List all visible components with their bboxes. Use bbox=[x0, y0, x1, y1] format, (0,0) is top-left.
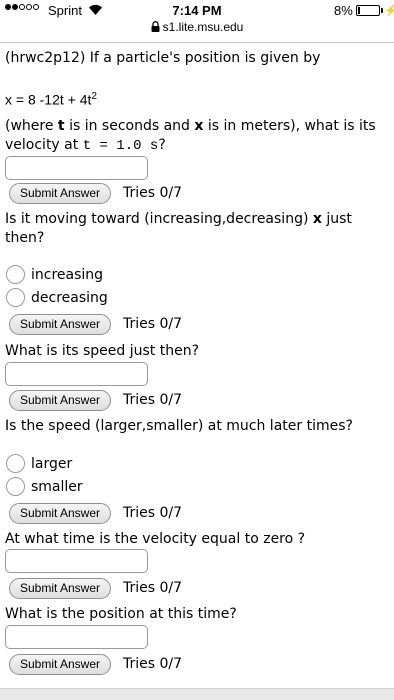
question-2-text-line-2: then? bbox=[5, 230, 45, 246]
problem-intro: (hrwc2p12) If a particle's position is g… bbox=[5, 50, 321, 66]
tries-counter-2: Tries 0/7 bbox=[123, 316, 183, 332]
url-bar[interactable]: s1.lite.msu.edu bbox=[0, 20, 394, 40]
status-bar: Sprint 7:14 PM 8% ⚡ bbox=[0, 0, 394, 20]
answer-input-6[interactable] bbox=[5, 625, 148, 649]
submit-answer-button-2[interactable]: Submit Answer bbox=[9, 314, 111, 335]
question-2-text: Is it moving toward (increasing,decreasi… bbox=[5, 211, 352, 227]
submit-answer-button-5[interactable]: Submit Answer bbox=[9, 578, 111, 599]
lock-icon bbox=[151, 21, 160, 32]
battery-percentage: 8% bbox=[334, 3, 353, 18]
battery-tip bbox=[381, 8, 383, 13]
radio-label: smaller bbox=[31, 478, 83, 495]
radio-label: increasing bbox=[31, 266, 104, 283]
answer-input-5[interactable] bbox=[5, 549, 148, 573]
question-1-text-line-2: velocity at t = 1.0 s? bbox=[5, 137, 166, 154]
position-formula: x = 8 -12t + 4t2 bbox=[5, 87, 97, 110]
answer-input-1[interactable] bbox=[5, 156, 148, 180]
radio-label: decreasing bbox=[31, 289, 108, 306]
tries-counter-5: Tries 0/7 bbox=[123, 580, 183, 596]
url-text: s1.lite.msu.edu bbox=[162, 20, 244, 34]
question-6-text: What is the position at this time? bbox=[5, 606, 237, 622]
answer-input-3[interactable] bbox=[5, 362, 148, 386]
radio-option-larger[interactable]: larger bbox=[6, 454, 72, 473]
toolbar-divider bbox=[0, 42, 394, 43]
radio-button[interactable] bbox=[6, 265, 25, 284]
radio-button[interactable] bbox=[6, 288, 25, 307]
tries-counter-3: Tries 0/7 bbox=[123, 392, 183, 408]
battery-icon bbox=[356, 5, 380, 16]
question-5-text: At what time is the velocity equal to ze… bbox=[5, 531, 306, 547]
radio-option-decreasing[interactable]: decreasing bbox=[6, 288, 108, 307]
question-1-text: (where t is in seconds and x is in meter… bbox=[5, 118, 376, 134]
submit-answer-button-1[interactable]: Submit Answer bbox=[9, 183, 111, 204]
question-4-text: Is the speed (larger,smaller) at much la… bbox=[5, 418, 353, 434]
charging-icon: ⚡ bbox=[384, 5, 394, 17]
radio-button[interactable] bbox=[6, 454, 25, 473]
radio-option-increasing[interactable]: increasing bbox=[6, 265, 103, 284]
tries-counter-4: Tries 0/7 bbox=[123, 505, 183, 521]
formula-exponent: 2 bbox=[91, 91, 97, 102]
submit-answer-button-3[interactable]: Submit Answer bbox=[9, 390, 111, 411]
formula-base: x = 8 -12t + 4t bbox=[5, 91, 92, 108]
question-3-text: What is its speed just then? bbox=[5, 343, 200, 359]
submit-answer-button-4[interactable]: Submit Answer bbox=[9, 503, 111, 524]
submit-answer-button-6[interactable]: Submit Answer bbox=[9, 654, 111, 675]
radio-option-smaller[interactable]: smaller bbox=[6, 477, 83, 496]
radio-label: larger bbox=[31, 455, 73, 472]
tries-counter-1: Tries 0/7 bbox=[123, 185, 183, 201]
tries-counter-6: Tries 0/7 bbox=[123, 656, 183, 672]
radio-button[interactable] bbox=[6, 477, 25, 496]
browser-bottom-toolbar bbox=[0, 688, 394, 700]
